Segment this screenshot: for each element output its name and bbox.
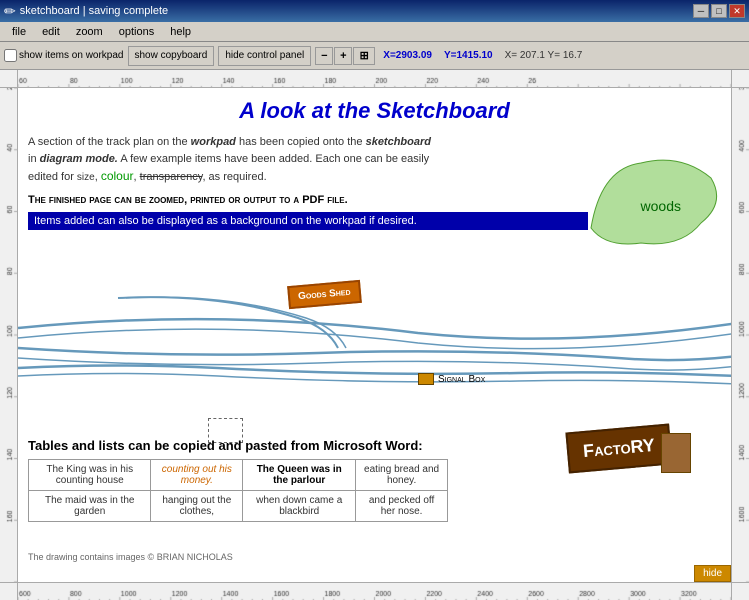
table-heading: Tables and lists can be copied and paste… xyxy=(28,438,508,453)
menu-zoom[interactable]: zoom xyxy=(68,24,111,40)
table-cell: and pecked off her nose. xyxy=(356,491,448,522)
title-bar: ✏ sketchboard | saving complete ─ □ ✕ xyxy=(0,0,749,22)
menu-options[interactable]: options xyxy=(111,24,162,40)
signal-box: Signal Box xyxy=(418,373,485,385)
zoom-minus-button[interactable]: − xyxy=(315,47,333,65)
left-ruler-canvas xyxy=(0,88,18,582)
table-cell: The maid was in the garden xyxy=(29,491,151,522)
minimize-button[interactable]: ─ xyxy=(693,4,709,18)
hide-button[interactable]: hide xyxy=(694,565,731,582)
top-ruler-row xyxy=(0,70,749,88)
word-table: The King was in his counting house count… xyxy=(28,459,448,522)
bottom-ruler-canvas xyxy=(18,583,731,600)
table-row: The King was in his counting house count… xyxy=(29,460,448,491)
menu-file[interactable]: file xyxy=(4,24,34,40)
table-cell: eating bread and honey. xyxy=(356,460,448,491)
x-coordinate: X=2903.09 xyxy=(383,50,432,61)
bottom-ruler xyxy=(18,582,731,600)
menu-bar: file edit zoom options help xyxy=(0,22,749,42)
show-copyboard-button[interactable]: show copyboard xyxy=(128,46,215,66)
close-button[interactable]: ✕ xyxy=(729,4,745,18)
y-coordinate: Y=1415.10 xyxy=(444,50,493,61)
menu-edit[interactable]: edit xyxy=(34,24,68,40)
left-ruler xyxy=(0,88,18,582)
top-ruler-canvas xyxy=(18,70,731,88)
show-items-checkbox[interactable]: show items on workpad xyxy=(4,49,124,62)
table-row: The maid was in the garden hanging out t… xyxy=(29,491,448,522)
right-ruler xyxy=(731,88,749,582)
title-text: sketchboard | saving complete xyxy=(20,5,693,17)
bold-heading: The finished page can be zoomed, printed… xyxy=(28,194,721,206)
factory-annex xyxy=(661,433,691,473)
copyright-text: The drawing contains images © BRIAN NICH… xyxy=(28,552,233,562)
middle-row: woods A look at the Sketchboard A sectio… xyxy=(0,88,749,582)
zoom-controls: − + ⊞ xyxy=(315,47,375,65)
table-cell: when down came a blackbird xyxy=(243,491,356,522)
menu-help[interactable]: help xyxy=(162,24,199,40)
signal-box-icon xyxy=(418,373,434,385)
factory-container: FactoRY xyxy=(567,428,671,469)
highlight-box: Items added can also be displayed as a b… xyxy=(28,212,588,230)
intro-text: A section of the track plan on the workp… xyxy=(28,134,588,186)
factory-label: FactoRY xyxy=(565,424,672,474)
table-cell: The King was in his counting house xyxy=(29,460,151,491)
table-cell: The Queen was in the parlour xyxy=(243,460,356,491)
toolbar: show items on workpad show copyboard hid… xyxy=(0,42,749,70)
bottom-ruler-row xyxy=(0,582,749,600)
top-ruler xyxy=(18,70,731,88)
app-icon: ✏ xyxy=(4,3,16,20)
maximize-button[interactable]: □ xyxy=(711,4,727,18)
table-section: Tables and lists can be copied and paste… xyxy=(28,438,508,522)
table-cell: hanging out the clothes, xyxy=(151,491,243,522)
hide-panel-button[interactable]: hide control panel xyxy=(218,46,311,66)
sketchboard-title: A look at the Sketchboard xyxy=(28,98,721,124)
right-ruler-canvas xyxy=(732,88,749,582)
zoom-fit-button[interactable]: ⊞ xyxy=(353,47,375,65)
canvas-area[interactable]: woods A look at the Sketchboard A sectio… xyxy=(18,88,731,582)
extra-coords: X= 207.1 Y= 16.7 xyxy=(505,50,583,61)
signal-box-label: Signal Box xyxy=(438,374,485,385)
track-lines xyxy=(18,268,731,398)
zoom-plus-button[interactable]: + xyxy=(334,47,352,65)
table-cell: counting out his money. xyxy=(151,460,243,491)
outer-wrapper: woods A look at the Sketchboard A sectio… xyxy=(0,70,749,600)
